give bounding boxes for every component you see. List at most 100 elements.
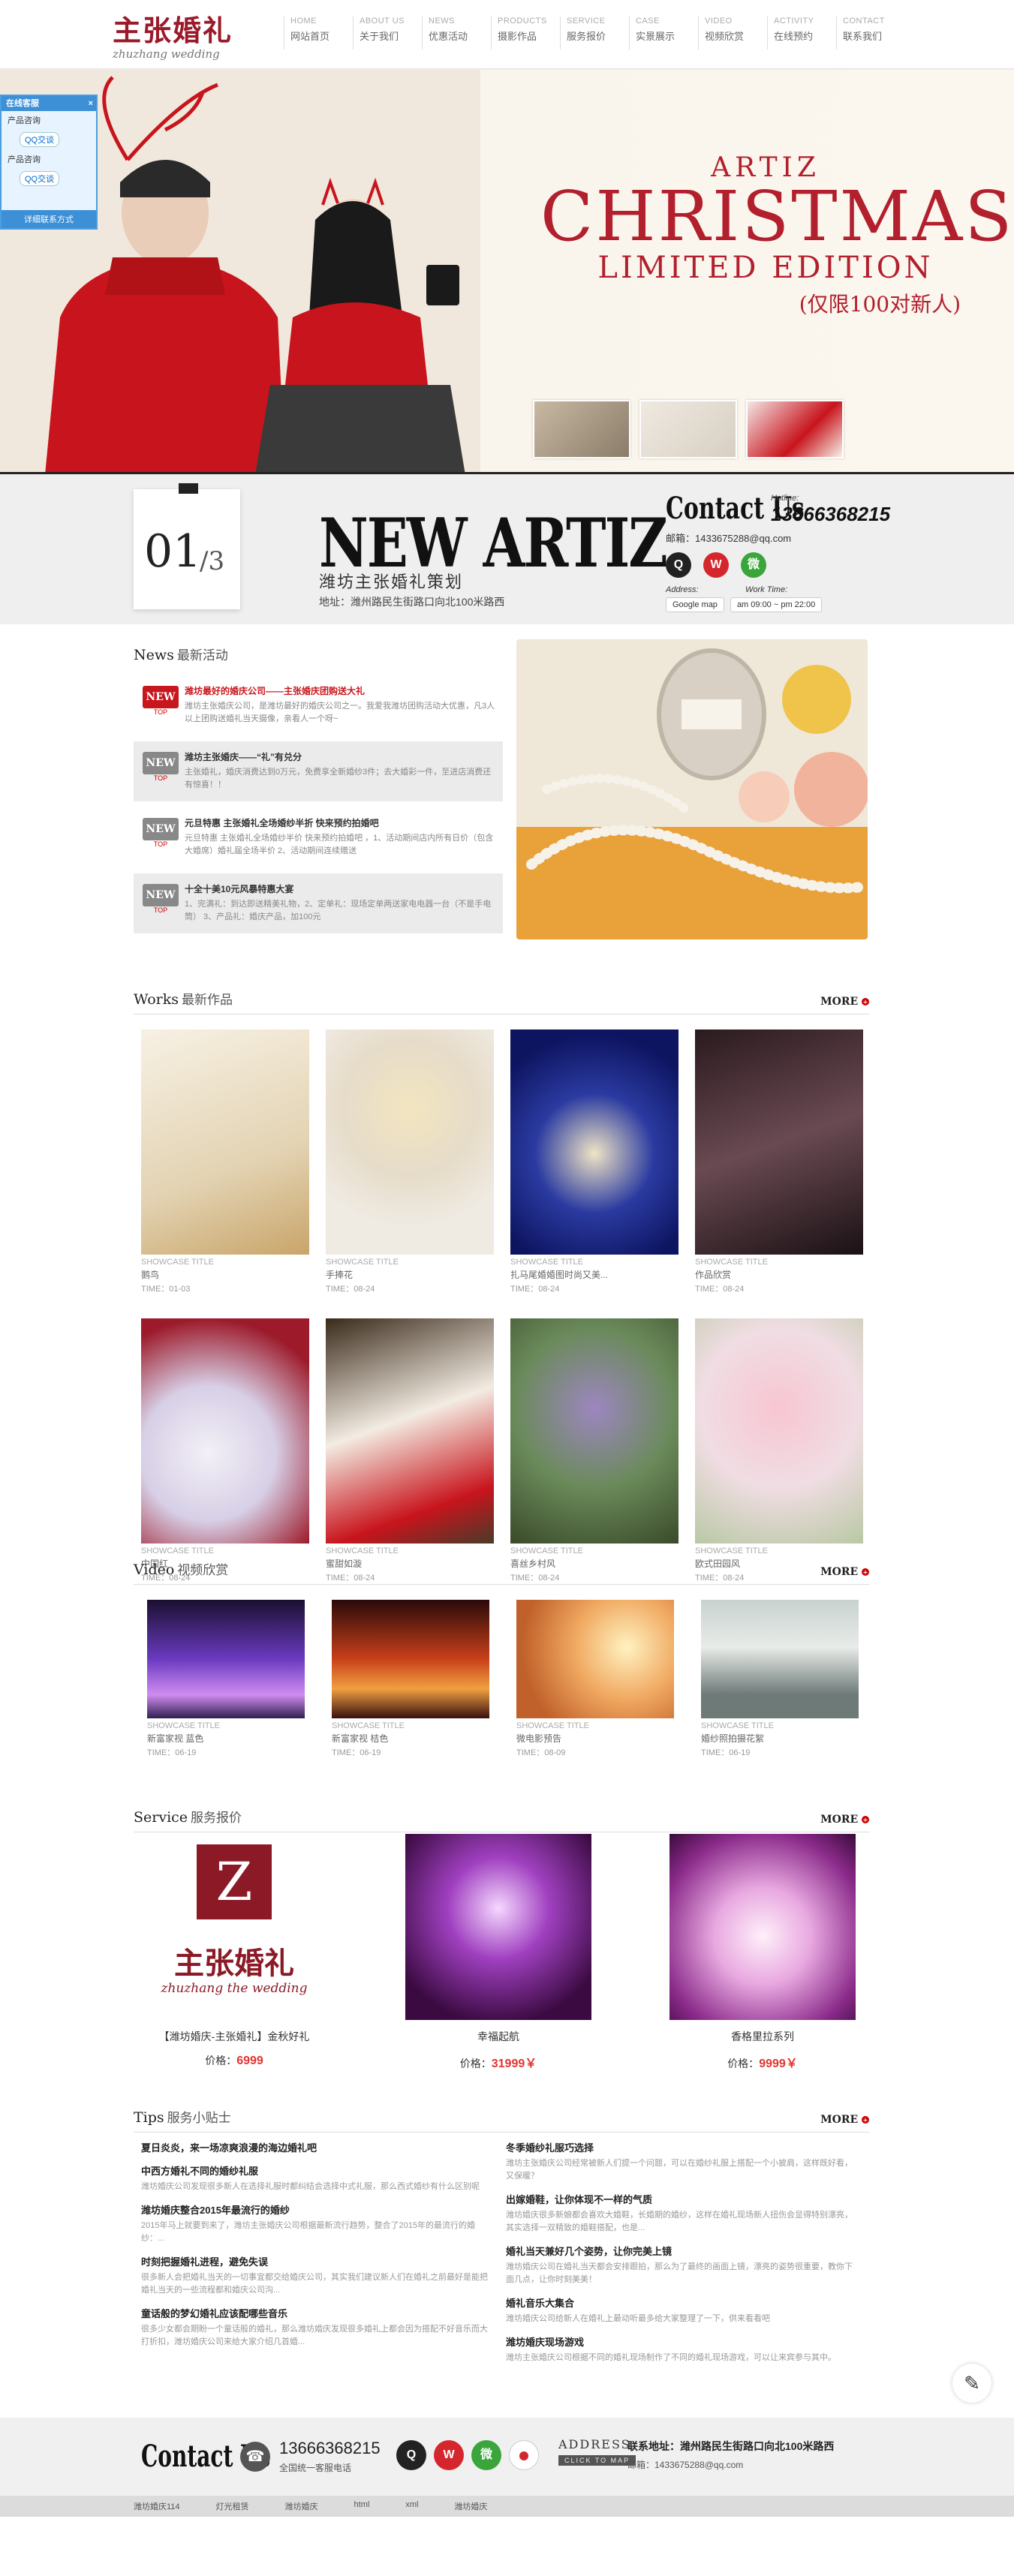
news-item[interactable]: NEW TOP 十全十美10元风暴特惠大宴 1、完满礼：到达即送精美礼物，2、定单… bbox=[134, 873, 503, 933]
work-card[interactable]: SHOWCASE TITLE 喜丝乡村风 TIME：08-24 bbox=[510, 1318, 679, 1583]
nav-item-about[interactable]: ABOUT US 关于我们 bbox=[353, 17, 422, 50]
nav-item-products[interactable]: PRODUCTS 摄影作品 bbox=[491, 17, 560, 50]
tip-title[interactable]: 童话般的梦幻婚礼应该配哪些音乐 bbox=[141, 2306, 494, 2320]
nav-item-news[interactable]: NEWS 优惠活动 bbox=[422, 17, 491, 50]
work-card[interactable]: SHOWCASE TITLE 作品欣赏 TIME：08-24 bbox=[695, 1029, 863, 1294]
tip-title[interactable]: 夏日炎炎，来一场凉爽浪漫的海边婚礼吧 bbox=[141, 2140, 494, 2154]
work-name[interactable]: 作品欣赏 bbox=[695, 1268, 863, 1281]
service-card[interactable]: 香格里拉系列 价格：9999￥ bbox=[669, 1834, 856, 2071]
service-card[interactable]: Z 主张婚礼 zhuzhang the wedding 【潍坊婚庆-主张婚礼】金… bbox=[141, 1834, 327, 2071]
news-item[interactable]: NEW TOP 元旦特惠 主张婚礼全场婚纱半折 快来预约拍婚吧 元旦特惠 主张婚礼… bbox=[134, 807, 503, 867]
news-item[interactable]: NEW TOP 潍坊最好的婚庆公司——主张婚庆团购送大礼 潍坊主张婚庆公司，是潍坊… bbox=[134, 675, 503, 735]
work-card[interactable]: SHOWCASE TITLE 扎马尾婚婚图时尚又美... TIME：08-24 bbox=[510, 1029, 679, 1294]
nav-item-video[interactable]: VIDEO 视频欣赏 bbox=[698, 17, 767, 50]
work-thumbnail[interactable] bbox=[141, 1318, 309, 1543]
video-name[interactable]: 新富家视 蓝色 bbox=[147, 1732, 305, 1745]
footer-link[interactable]: 潍坊婚庆 bbox=[285, 2500, 318, 2512]
news-title[interactable]: 潍坊最好的婚庆公司——主张婚庆团购送大礼 bbox=[185, 684, 497, 697]
location-icon[interactable] bbox=[509, 2440, 539, 2470]
work-thumbnail[interactable] bbox=[695, 1318, 863, 1543]
tip-title[interactable]: 婚礼当天兼好几个姿势，让你完美上镜 bbox=[506, 2244, 859, 2258]
video-name[interactable]: 新富家视 桔色 bbox=[332, 1732, 489, 1745]
contact-details-button[interactable]: 详细联系方式 bbox=[2, 210, 96, 228]
tip-title[interactable]: 时刻把握婚礼进程，避免失误 bbox=[141, 2254, 494, 2268]
tip-item[interactable]: 时刻把握婚礼进程，避免失误 很多新人会把婚礼当天的一切事宜都交给婚庆公司，其实我们… bbox=[141, 2254, 494, 2297]
tip-item[interactable]: 婚礼当天兼好几个姿势，让你完美上镜 潍坊婚庆公司在婚礼当天都会安排跟拍，那么为了最… bbox=[506, 2244, 859, 2286]
nav-item-home[interactable]: HOME 网站首页 bbox=[284, 17, 353, 50]
close-icon[interactable]: × bbox=[89, 96, 93, 111]
work-card[interactable]: SHOWCASE TITLE 蜜甜如漩 TIME：08-24 bbox=[326, 1318, 494, 1583]
tip-title[interactable]: 潍坊婚庆现场游戏 bbox=[506, 2334, 859, 2349]
tip-title[interactable]: 潍坊婚庆整合2015年最流行的婚纱 bbox=[141, 2202, 494, 2217]
nav-item-case[interactable]: CASE 实景展示 bbox=[629, 17, 698, 50]
video-name[interactable]: 婚纱照拍摄花絮 bbox=[701, 1732, 859, 1745]
work-name[interactable]: 鹅鸟 bbox=[141, 1268, 309, 1281]
nav-item-activity[interactable]: ACTIVITY 在线预约 bbox=[767, 17, 836, 50]
service-name[interactable]: 幸福起航 bbox=[405, 2029, 591, 2044]
work-name[interactable]: 扎马尾婚婚图时尚又美... bbox=[510, 1268, 679, 1281]
work-card[interactable]: SHOWCASE TITLE 鹅鸟 TIME：01-03 bbox=[141, 1029, 309, 1294]
work-thumbnail[interactable] bbox=[510, 1318, 679, 1543]
service-thumbnail[interactable] bbox=[669, 1834, 856, 2020]
qq-chat-button[interactable]: QQ交谈 bbox=[20, 171, 60, 186]
work-thumbnail[interactable] bbox=[141, 1029, 309, 1255]
video-card[interactable]: SHOWCASE TITLE 新富家视 桔色 TIME：06-19 bbox=[332, 1600, 489, 1758]
tip-item[interactable]: 夏日炎炎，来一场凉爽浪漫的海边婚礼吧 bbox=[141, 2140, 494, 2154]
footer-link[interactable]: 潍坊婚庆114 bbox=[134, 2500, 180, 2512]
tip-title[interactable]: 婚礼音乐大集合 bbox=[506, 2295, 859, 2310]
work-thumbnail[interactable] bbox=[510, 1029, 679, 1255]
qq-icon[interactable]: Q bbox=[666, 552, 691, 578]
video-card[interactable]: SHOWCASE TITLE 婚纱照拍摄花絮 TIME：06-19 bbox=[701, 1600, 859, 1758]
tip-item[interactable]: 冬季婚纱礼服巧选择 潍坊主张婚庆公司经常被新人们提一个问题，可以在婚纱礼服上搭配一… bbox=[506, 2140, 859, 2183]
banner-thumb[interactable] bbox=[746, 400, 844, 458]
video-card[interactable]: SHOWCASE TITLE 新富家视 蓝色 TIME：06-19 bbox=[147, 1600, 305, 1758]
service-thumbnail[interactable] bbox=[405, 1834, 591, 2020]
video-thumbnail[interactable] bbox=[701, 1600, 859, 1718]
google-map-button[interactable]: Google map bbox=[666, 597, 724, 612]
tip-item[interactable]: 婚礼音乐大集合 潍坊婚庆公司给新人在婚礼上最动听最多给大家整理了一下，供来看看吧 bbox=[506, 2295, 859, 2325]
service-more-button[interactable]: MORE + bbox=[820, 1814, 869, 1826]
tip-item[interactable]: 潍坊婚庆整合2015年最流行的婚纱 2015年马上就要到来了，潍坊主张婚庆公司根据… bbox=[141, 2202, 494, 2245]
news-title[interactable]: 元旦特惠 主张婚礼全场婚纱半折 快来预约拍婚吧 bbox=[185, 816, 497, 829]
tips-more-button[interactable]: MORE + bbox=[820, 2114, 869, 2126]
tip-item[interactable]: 出嫁婚鞋，让你体现不一样的气质 潍坊婚庆很多新娘都会喜欢大婚鞋，长婚期的婚纱，这样… bbox=[506, 2192, 859, 2235]
work-thumbnail[interactable] bbox=[326, 1029, 494, 1255]
click-to-map-button[interactable]: CLICK TO MAP bbox=[558, 2455, 636, 2466]
site-logo[interactable]: 主张婚礼 zhuzhang wedding bbox=[113, 8, 263, 61]
tip-title[interactable]: 出嫁婚鞋，让你体现不一样的气质 bbox=[506, 2192, 859, 2206]
qq-chat-button[interactable]: QQ交谈 bbox=[20, 132, 60, 147]
tip-title[interactable]: 中西方婚礼不同的婚纱礼服 bbox=[141, 2163, 494, 2178]
edit-icon[interactable]: ✎ bbox=[952, 2364, 991, 2403]
work-card[interactable]: SHOWCASE TITLE 欧式田园风 TIME：08-24 bbox=[695, 1318, 863, 1583]
work-card[interactable]: SHOWCASE TITLE 中国红 TIME：08-24 bbox=[141, 1318, 309, 1583]
tip-item[interactable]: 中西方婚礼不同的婚纱礼服 潍坊婚庆公司发现很多新人在选择礼服时都纠结会选择中式礼服… bbox=[141, 2163, 494, 2193]
works-more-button[interactable]: MORE + bbox=[820, 996, 869, 1008]
footer-link[interactable]: 潍坊婚庆 bbox=[454, 2500, 487, 2512]
video-name[interactable]: 微电影预告 bbox=[516, 1732, 674, 1745]
video-more-button[interactable]: MORE + bbox=[820, 1566, 869, 1578]
video-thumbnail[interactable] bbox=[147, 1600, 305, 1718]
service-name[interactable]: 【潍坊婚庆-主张婚礼】金秋好礼 bbox=[141, 2029, 327, 2044]
work-thumbnail[interactable] bbox=[695, 1029, 863, 1255]
banner-thumb[interactable] bbox=[533, 400, 630, 458]
video-thumbnail[interactable] bbox=[516, 1600, 674, 1718]
work-name[interactable]: 手捧花 bbox=[326, 1268, 494, 1281]
tip-title[interactable]: 冬季婚纱礼服巧选择 bbox=[506, 2140, 859, 2154]
footer-link[interactable]: 灯光租赁 bbox=[216, 2500, 249, 2512]
nav-item-service[interactable]: SERVICE 服务报价 bbox=[560, 17, 629, 50]
weibo-icon[interactable]: W bbox=[703, 552, 729, 578]
wechat-icon[interactable]: 微 bbox=[471, 2440, 501, 2470]
news-item[interactable]: NEW TOP 潍坊主张婚庆——“礼”有兑分 主张婚礼，婚庆消费达到0万元，免费享… bbox=[134, 741, 503, 801]
video-thumbnail[interactable] bbox=[332, 1600, 489, 1718]
tip-item[interactable]: 潍坊婚庆现场游戏 潍坊主张婚庆公司根据不同的婚礼现场制作了不同的婚礼现场游戏，可以… bbox=[506, 2334, 859, 2364]
service-logo-image[interactable]: Z 主张婚礼 zhuzhang the wedding bbox=[141, 1834, 327, 2020]
tip-item[interactable]: 童话般的梦幻婚礼应该配哪些音乐 很多少女都会期盼一个童话般的婚礼，那么潍坊婚庆发现… bbox=[141, 2306, 494, 2349]
banner-thumb[interactable] bbox=[639, 400, 737, 458]
work-card[interactable]: SHOWCASE TITLE 手捧花 TIME：08-24 bbox=[326, 1029, 494, 1294]
footer-link[interactable]: html bbox=[354, 2500, 370, 2512]
work-thumbnail[interactable] bbox=[326, 1318, 494, 1543]
video-card[interactable]: SHOWCASE TITLE 微电影预告 TIME：08-09 bbox=[516, 1600, 674, 1758]
news-feature-photo[interactable] bbox=[516, 639, 868, 939]
footer-link[interactable]: xml bbox=[405, 2500, 418, 2512]
nav-item-contact[interactable]: CONTACT 联系我们 bbox=[836, 17, 905, 50]
